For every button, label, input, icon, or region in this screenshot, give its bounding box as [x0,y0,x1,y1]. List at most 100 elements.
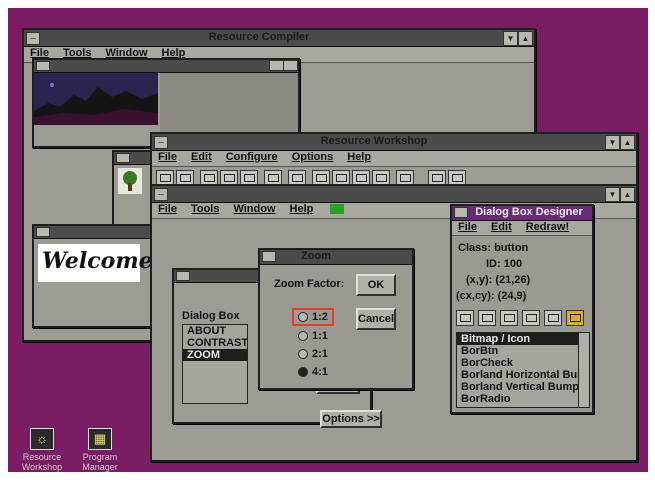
back-window-title: Resource Compiler [208,31,310,43]
zoom-option-1-2[interactable]: 1:2 [292,308,334,326]
accelerator-icon[interactable] [240,170,258,185]
menu-help[interactable]: Help [290,203,314,215]
tools-icon[interactable] [288,170,306,185]
child-system-menu-icon[interactable] [36,61,50,71]
font-icon[interactable] [372,170,390,185]
back-window-titlebar[interactable]: ─ Resource Compiler ▼ ▲ [24,30,534,47]
child-maximize-icon[interactable] [283,60,298,71]
designer-menu-file[interactable]: File [458,221,477,233]
edit-tool-icon[interactable] [500,310,518,326]
button-tool-icon[interactable] [456,310,474,326]
class-label: Class: button [458,242,529,254]
front-maximize-icon[interactable]: ▲ [620,187,635,202]
check-tool-icon[interactable] [544,310,562,326]
desktop-icon-label: Program Manager [82,452,118,472]
options-button[interactable]: Options >> [320,410,382,428]
listbox-scrollbar[interactable] [578,333,589,407]
ok-button[interactable]: OK [356,274,396,296]
cxcy-label: (cx,cy): (24,9) [456,290,527,302]
designer-tool-row [456,310,588,328]
workshop-menubar: File Edit Configure Options Help [152,151,636,167]
designer-menubar: File Edit Redraw! [452,221,592,236]
workshop-icon: ☼ [30,428,54,450]
maximize-icon[interactable]: ▲ [518,31,533,46]
custom-tool-icon[interactable] [566,310,584,326]
menu-tools[interactable]: Tools [191,203,220,215]
zoom-option-2-1[interactable]: 2:1 [298,348,328,360]
new-file-icon[interactable] [156,170,174,185]
desktop-icon-resource-workshop[interactable]: ☼ Resource Workshop [14,428,70,472]
icon-editor-icon[interactable] [352,170,370,185]
menu-file[interactable]: File [158,203,177,215]
dialog-icon[interactable] [200,170,218,185]
dialog-list-system-menu-icon[interactable] [176,271,190,281]
designer-titlebar[interactable]: Dialog Box Designer [452,206,592,221]
workshop-minimize-icon[interactable]: ▼ [605,135,620,150]
cancel-button[interactable]: Cancel [356,308,396,330]
workshop-maximize-icon[interactable]: ▲ [620,135,635,150]
cursor-icon[interactable] [332,170,350,185]
list-item[interactable]: Borland Vertical Bump [457,381,589,393]
front-window[interactable]: ─ ▼ ▲ File Tools Window Help Dialog Box ABO… [150,184,638,462]
minimize-icon[interactable]: ▼ [503,31,518,46]
list-item[interactable]: BorCheck [457,357,589,369]
icon-child-system-menu-icon[interactable] [116,153,130,163]
zoom-dialog[interactable]: Zoom Zoom Factor: OK Cancel 1:2 1:1 2:1 … [258,248,414,390]
menu-file[interactable]: File [158,151,177,163]
dialog-box-label: Dialog Box [182,310,240,322]
radio-icon [298,312,308,323]
desktop: ─ Resource Compiler ▼ ▲ File Tools Window H… [8,8,648,472]
open-file-icon[interactable] [176,170,194,185]
id-label: ID: 100 [486,258,523,270]
radio-icon [298,331,308,342]
zoom-option-label: 1:1 [312,330,328,342]
tree-icon [118,168,142,194]
welcome-text: Welcome [42,248,153,274]
list-item-selected[interactable]: ZOOM [183,349,247,361]
help-icon[interactable] [428,170,446,185]
image-child-titlebar[interactable] [34,60,298,73]
radio-icon-checked [298,367,308,378]
workshop-titlebar[interactable]: ─ Resource Workshop ▼ ▲ [152,134,636,151]
list-item[interactable]: Borland Horizontal Bum [457,369,589,381]
pointer-tool-icon[interactable] [478,310,496,326]
desktop-icon-program-manager[interactable]: ▦ Program Manager [72,428,128,472]
welcome-child-titlebar[interactable] [34,226,152,239]
bitmap-icon[interactable] [312,170,330,185]
welcome-child-system-menu-icon[interactable] [36,227,50,237]
radio-icon [298,349,308,360]
list-item-selected[interactable]: Bitmap / Icon [457,333,589,345]
zoom-option-1-1[interactable]: 1:1 [298,330,328,342]
menu-window[interactable]: Window [233,203,275,215]
zoom-option-4-1[interactable]: 4:1 [298,366,328,378]
list-item[interactable]: BorBtn [457,345,589,357]
designer-menu-edit[interactable]: Edit [491,221,512,233]
front-titlebar[interactable]: ─ ▼ ▲ [152,186,636,203]
control-class-listbox[interactable]: Bitmap / Icon BorBtn BorCheck Borland Ho… [456,332,590,408]
designer-menu-redraw[interactable]: Redraw! [526,221,569,233]
child-minimize-icon[interactable] [269,60,284,71]
exit-icon[interactable] [448,170,466,185]
menu-help[interactable]: Help [347,151,371,163]
radio-tool-icon[interactable] [522,310,540,326]
zoom-option-label: 2:1 [312,348,328,360]
dialog-box-listbox[interactable]: ABOUT CONTRAST ZOOM [182,324,248,404]
front-minimize-icon[interactable]: ▼ [605,187,620,202]
welcome-child-window[interactable]: Welcome [32,224,154,328]
menu-options[interactable]: Options [292,151,334,163]
menu-configure[interactable]: Configure [226,151,278,163]
list-item[interactable]: ABOUT [183,325,247,337]
list-item[interactable]: BorRadio [457,393,589,405]
xy-label: (x,y): (21,26) [466,274,531,286]
dialog-designer-panel[interactable]: Dialog Box Designer File Edit Redraw! Clas… [450,204,594,414]
welcome-bitmap: Welcome [38,244,153,282]
zoom-option-label: 1:2 [312,311,328,323]
list-item[interactable]: CONTRAST [183,337,247,349]
green-status-icon [330,204,345,215]
menu-edit[interactable]: Edit [191,151,212,163]
zoom-dialog-titlebar[interactable]: Zoom [260,250,412,265]
string-table-icon[interactable] [396,170,414,185]
front-system-menu-icon[interactable]: ─ [154,188,168,201]
menu-resource-icon[interactable] [220,170,238,185]
play-icon[interactable] [264,170,282,185]
